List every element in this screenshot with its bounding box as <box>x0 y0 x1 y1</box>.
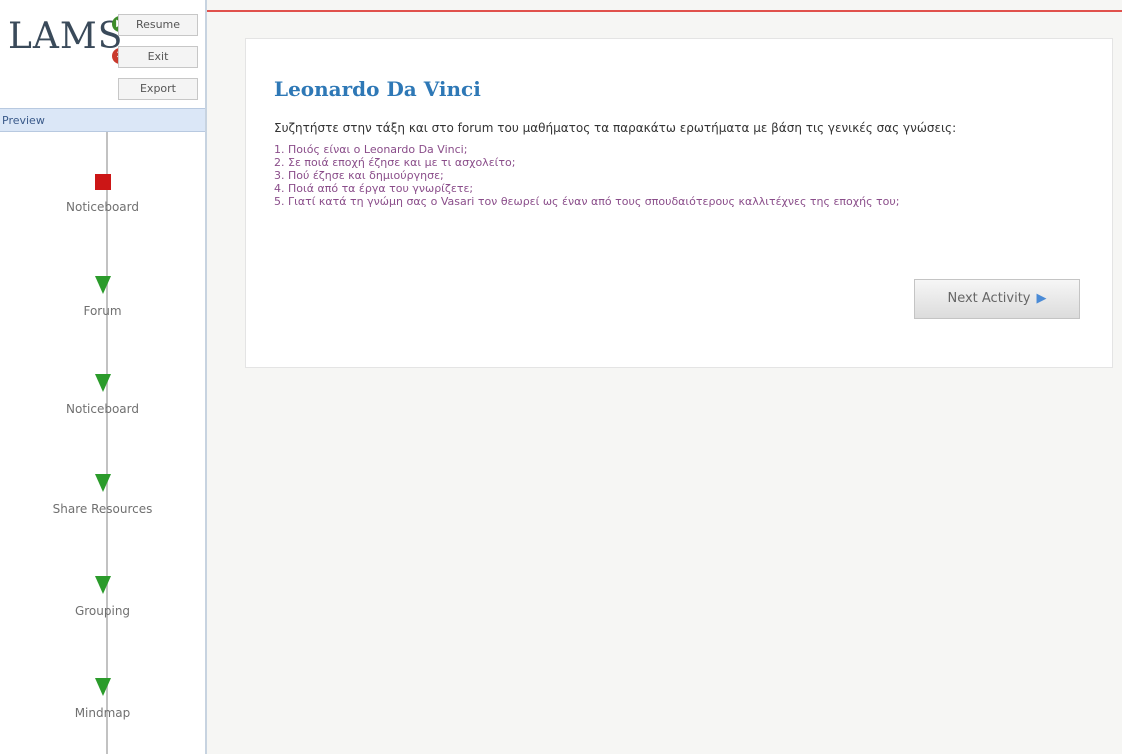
activity-forum[interactable]: Forum <box>0 276 205 318</box>
question-item: 2. Σε ποιά εποχή έζησε και με τι ασχολεί… <box>274 156 516 169</box>
activity-title: Leonardo Da Vinci <box>274 77 481 101</box>
header-line <box>207 10 1122 12</box>
activity-label[interactable]: Mindmap <box>0 706 205 720</box>
main-area: Leonardo Da Vinci Συζητήστε στην τάξη κα… <box>207 0 1122 754</box>
exit-button[interactable]: Exit <box>118 46 198 68</box>
resume-button[interactable]: Resume <box>118 14 198 36</box>
next-activity-label: Next Activity <box>947 291 1031 306</box>
exit-button-wrap[interactable]: ✕ Exit <box>112 46 198 68</box>
question-item: 5. Γιατί κατά τη γνώμη σας ο Vasari τον … <box>274 195 900 208</box>
activity-label[interactable]: Grouping <box>0 604 205 618</box>
activity-instructions: Συζητήστε στην τάξη και στο forum του μα… <box>274 121 957 135</box>
activity-card: Leonardo Da Vinci Συζητήστε στην τάξη κα… <box>245 38 1113 368</box>
green-triangle-icon <box>94 474 111 492</box>
progress-timeline <box>106 132 108 754</box>
resume-button-wrap[interactable]: ▶ Resume <box>112 14 198 36</box>
lams-logo: LAMS <box>8 16 124 57</box>
red-square-icon <box>94 174 111 190</box>
green-triangle-icon <box>94 374 111 392</box>
export-button[interactable]: Export <box>118 78 198 100</box>
activity-noticeboard-1[interactable]: Noticeboard <box>0 174 205 214</box>
next-activity-button[interactable]: Next Activity ▶ <box>914 279 1080 319</box>
question-item: 3. Πού έζησε και δημιούργησε; <box>274 169 444 182</box>
sidebar: LAMS ▶ Resume ✕ Exit Export Preview Noti… <box>0 0 207 754</box>
activity-label[interactable]: Forum <box>0 304 205 318</box>
export-button-wrap[interactable]: Export <box>118 78 198 100</box>
activity-grouping[interactable]: Grouping <box>0 576 205 618</box>
logo-area: LAMS ▶ Resume ✕ Exit Export <box>0 0 205 110</box>
preview-bar: Preview <box>0 108 205 132</box>
question-item: 4. Ποιά από τα έργα του γνωρίζετε; <box>274 182 474 195</box>
activity-share-resources[interactable]: Share Resources <box>0 474 205 516</box>
arrow-right-icon: ▶ <box>1036 291 1047 306</box>
activity-noticeboard-2[interactable]: Noticeboard <box>0 374 205 416</box>
green-triangle-icon <box>94 276 111 294</box>
question-list: 1. Ποιός είναι ο Leonardo Da Vinci; 2. Σ… <box>274 143 899 208</box>
activity-label[interactable]: Noticeboard <box>0 200 205 214</box>
activity-mindmap[interactable]: Mindmap <box>0 678 205 720</box>
question-item: 1. Ποιός είναι ο Leonardo Da Vinci; <box>274 143 468 156</box>
green-triangle-icon <box>94 678 111 696</box>
activity-label[interactable]: Share Resources <box>0 502 205 516</box>
green-triangle-icon <box>94 576 111 594</box>
activity-label[interactable]: Noticeboard <box>0 402 205 416</box>
